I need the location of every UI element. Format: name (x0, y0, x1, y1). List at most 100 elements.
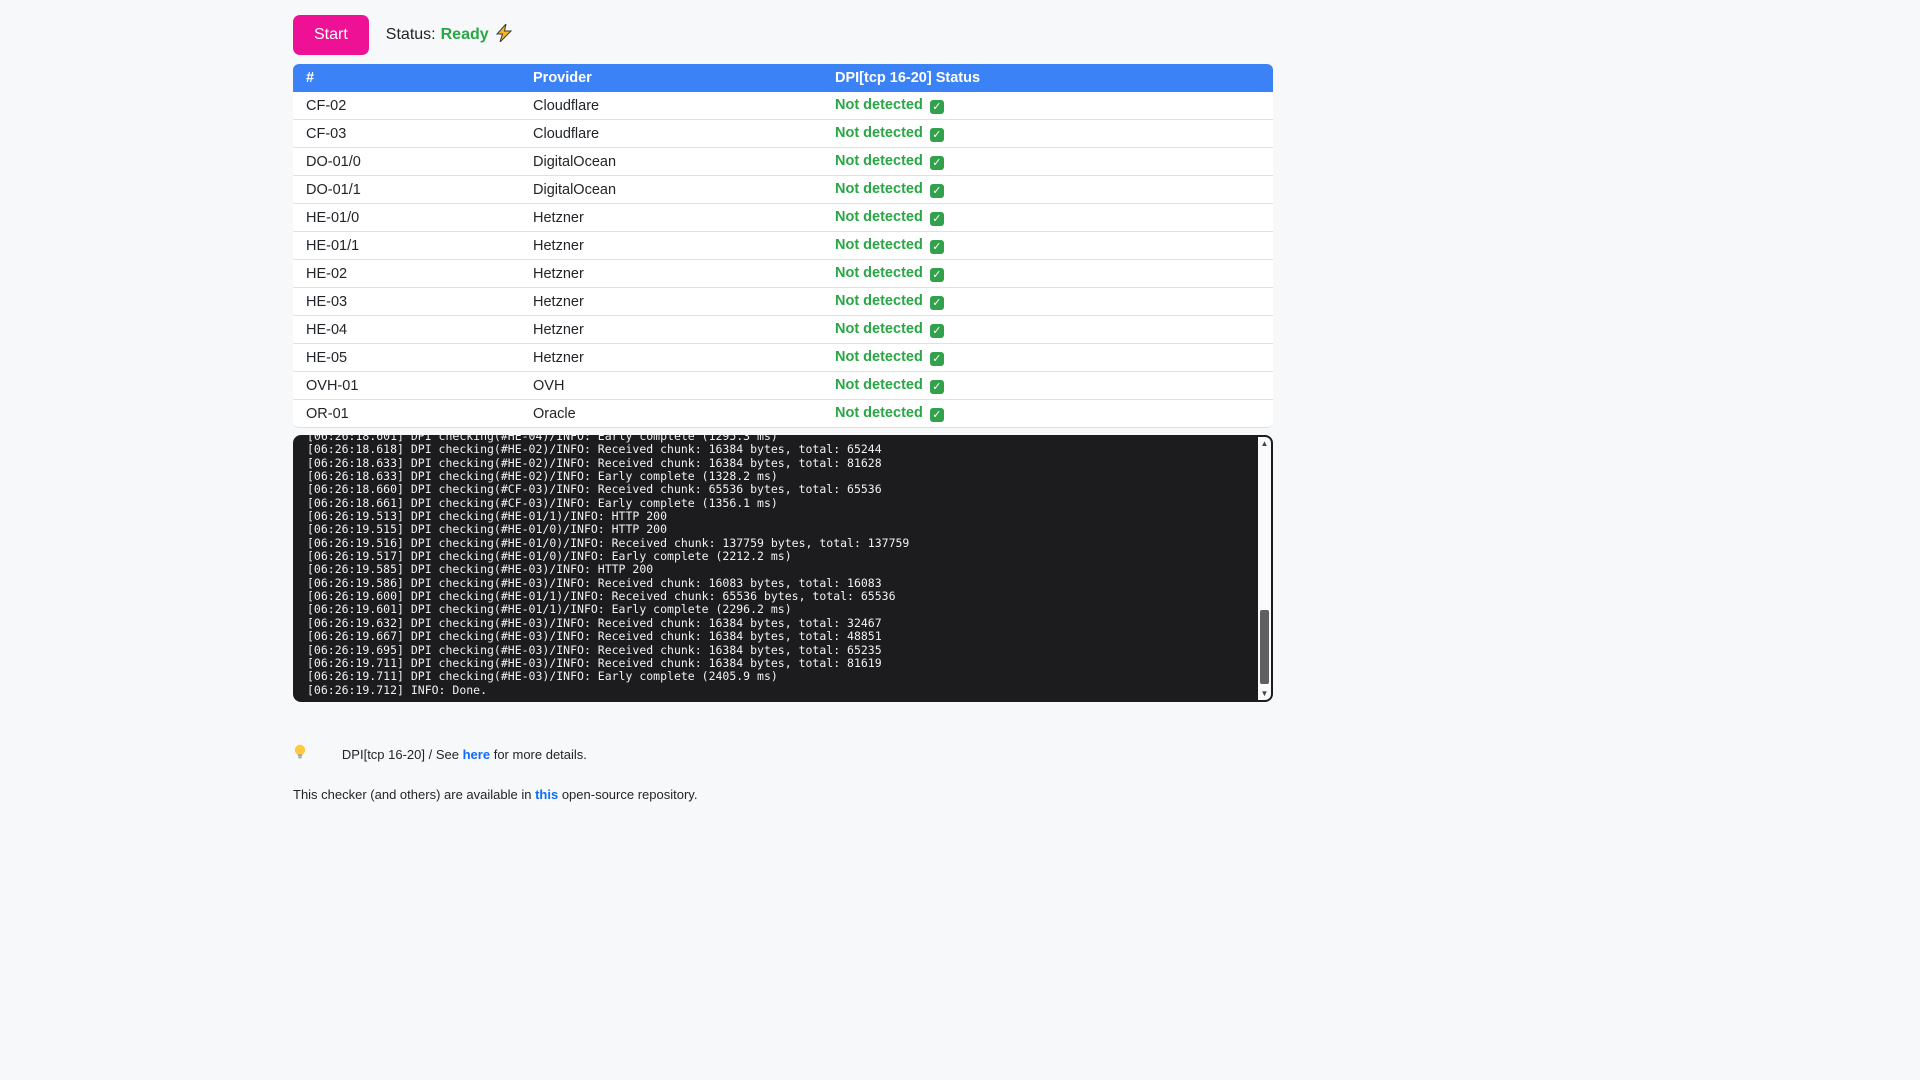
cell-id: HE-02 (293, 260, 520, 288)
check-icon: ✓ (930, 268, 944, 282)
cell-provider: Hetzner (520, 316, 822, 344)
status-line: Status: Ready (386, 24, 513, 47)
cell-status: Not detected ✓ (822, 288, 1273, 316)
scroll-up-icon[interactable]: ▲ (1258, 437, 1271, 450)
cell-status: Not detected ✓ (822, 176, 1273, 204)
check-icon: ✓ (930, 240, 944, 254)
status-text: Not detected (835, 349, 923, 365)
cell-status: Not detected ✓ (822, 148, 1273, 176)
footer-text-1b: for more details. (494, 747, 587, 762)
cell-id: HE-01/0 (293, 204, 520, 232)
log-text: [06:26:18.601] DPI checking(#HE-04)/INFO… (293, 435, 1273, 697)
check-icon: ✓ (930, 184, 944, 198)
cell-id: HE-05 (293, 344, 520, 372)
status-text: Not detected (835, 181, 923, 197)
check-icon: ✓ (930, 156, 944, 170)
column-header-status: DPI[tcp 16-20] Status (822, 64, 1273, 92)
table-row: HE-02Hetzner Not detected ✓ (293, 260, 1273, 288)
lightbulb-icon (293, 744, 307, 766)
scroll-down-icon[interactable]: ▼ (1258, 687, 1271, 700)
table-row: HE-03Hetzner Not detected ✓ (293, 288, 1273, 316)
table-row: HE-05Hetzner Not detected ✓ (293, 344, 1273, 372)
table-row: OR-01Oracle Not detected ✓ (293, 400, 1273, 428)
cell-id: HE-01/1 (293, 232, 520, 260)
cell-id: CF-03 (293, 120, 520, 148)
check-icon: ✓ (930, 324, 944, 338)
cell-provider: Cloudflare (520, 92, 822, 120)
status-text: Not detected (835, 209, 923, 225)
cell-provider: DigitalOcean (520, 148, 822, 176)
controls-bar: Start Status: Ready (293, 15, 1273, 55)
status-text: Not detected (835, 237, 923, 253)
table-row: OVH-01OVH Not detected ✓ (293, 372, 1273, 400)
cell-id: HE-03 (293, 288, 520, 316)
table-row: DO-01/0DigitalOcean Not detected ✓ (293, 148, 1273, 176)
cell-id: CF-02 (293, 92, 520, 120)
check-icon: ✓ (930, 212, 944, 226)
app-container: Start Status: Ready # Provider DPI[tcp 1… (293, 15, 1273, 806)
footer-text-1a: DPI[tcp 16-20] / See (342, 747, 459, 762)
details-link[interactable]: here (463, 747, 490, 762)
cell-status: Not detected ✓ (822, 204, 1273, 232)
cell-provider: DigitalOcean (520, 176, 822, 204)
status-value: Ready (441, 26, 489, 44)
status-text: Not detected (835, 377, 923, 393)
cell-status: Not detected ✓ (822, 372, 1273, 400)
check-icon: ✓ (930, 296, 944, 310)
lightning-icon (496, 24, 513, 47)
status-text: Not detected (835, 265, 923, 281)
cell-provider: Hetzner (520, 204, 822, 232)
cell-id: OR-01 (293, 400, 520, 428)
table-row: HE-01/1Hetzner Not detected ✓ (293, 232, 1273, 260)
status-text: Not detected (835, 153, 923, 169)
cell-status: Not detected ✓ (822, 120, 1273, 148)
cell-id: HE-04 (293, 316, 520, 344)
cell-provider: Hetzner (520, 344, 822, 372)
check-icon: ✓ (930, 128, 944, 142)
table-row: HE-01/0Hetzner Not detected ✓ (293, 204, 1273, 232)
cell-id: DO-01/0 (293, 148, 520, 176)
cell-status: Not detected ✓ (822, 92, 1273, 120)
cell-provider: Hetzner (520, 288, 822, 316)
table-row: CF-02Cloudflare Not detected ✓ (293, 92, 1273, 120)
results-table-header: # Provider DPI[tcp 16-20] Status (293, 64, 1273, 92)
check-icon: ✓ (930, 380, 944, 394)
column-header-id: # (293, 64, 520, 92)
results-table-body: CF-02CloudflareNot detected✓CF-03Cloudfl… (293, 92, 1273, 428)
terminal-scrollbar[interactable]: ▲ ▼ (1258, 437, 1271, 700)
check-icon: ✓ (930, 352, 944, 366)
table-row: CF-03Cloudflare Not detected ✓ (293, 120, 1273, 148)
cell-status: Not detected ✓ (822, 260, 1273, 288)
cell-provider: Cloudflare (520, 120, 822, 148)
log-terminal[interactable]: [06:26:18.601] DPI checking(#HE-04)/INFO… (293, 435, 1273, 702)
footer-line-2: This checker (and others) are available … (293, 785, 1273, 805)
status-text: Not detected (835, 405, 923, 421)
check-icon: ✓ (930, 100, 944, 114)
cell-provider: Hetzner (520, 260, 822, 288)
footer: DPI[tcp 16-20] / See here for more detai… (293, 725, 1273, 806)
footer-text-2b: open-source repository. (562, 787, 698, 802)
cell-status: Not detected ✓ (822, 316, 1273, 344)
footer-line-1: DPI[tcp 16-20] / See here for more detai… (293, 725, 1273, 785)
footer-text-2a: This checker (and others) are available … (293, 787, 531, 802)
results-table: # Provider DPI[tcp 16-20] Status CF-02Cl… (293, 64, 1273, 428)
cell-provider: Oracle (520, 400, 822, 428)
status-text: Not detected (835, 293, 923, 309)
cell-status: Not detected ✓ (822, 400, 1273, 428)
scrollbar-thumb[interactable] (1260, 610, 1269, 684)
start-button[interactable]: Start (293, 15, 369, 55)
cell-id: OVH-01 (293, 372, 520, 400)
cell-provider: Hetzner (520, 232, 822, 260)
status-text: Not detected (835, 97, 923, 113)
cell-id: DO-01/1 (293, 176, 520, 204)
cell-status: Not detected ✓ (822, 344, 1273, 372)
column-header-provider: Provider (520, 64, 822, 92)
table-row: HE-04Hetzner Not detected ✓ (293, 316, 1273, 344)
table-row: DO-01/1DigitalOcean Not detected ✓ (293, 176, 1273, 204)
status-text: Not detected (835, 321, 923, 337)
cell-provider: OVH (520, 372, 822, 400)
status-text: Not detected (835, 125, 923, 141)
repository-link[interactable]: this (535, 787, 558, 802)
check-icon: ✓ (930, 408, 944, 422)
cell-status: Not detected ✓ (822, 232, 1273, 260)
